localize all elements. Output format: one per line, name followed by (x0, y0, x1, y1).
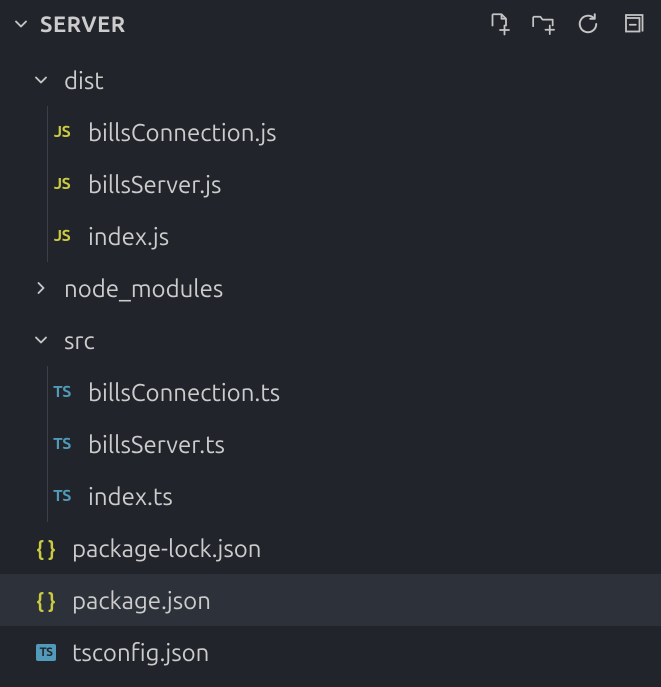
js-icon: JS (44, 123, 80, 141)
project-title: SERVER (40, 12, 126, 37)
folder-label: src (64, 327, 95, 354)
json-icon: { } (28, 537, 64, 560)
ts-icon: TS (44, 487, 80, 505)
file-bills-server-js[interactable]: JS billsServer.js (0, 158, 661, 210)
folder-label: dist (64, 67, 104, 94)
chevron-down-icon (8, 11, 34, 37)
file-label: package.json (72, 587, 211, 614)
file-label: billsServer.ts (88, 431, 225, 458)
file-label: package-lock.json (72, 535, 261, 562)
file-package-lock-json[interactable]: { } package-lock.json (0, 522, 661, 574)
file-index-js[interactable]: JS index.js (0, 210, 661, 262)
indent-guide (47, 158, 48, 210)
folder-label: node_modules (64, 275, 223, 302)
new-file-button[interactable] (487, 11, 513, 37)
indent-guide (47, 470, 48, 522)
folder-src[interactable]: src (0, 314, 661, 366)
file-package-json[interactable]: { } package.json (0, 574, 661, 626)
chevron-down-icon (28, 327, 54, 353)
collapse-all-button[interactable] (619, 11, 645, 37)
file-label: tsconfig.json (72, 639, 209, 666)
chevron-down-icon (28, 67, 54, 93)
header-left[interactable]: SERVER (8, 11, 126, 37)
file-index-ts[interactable]: TS index.ts (0, 470, 661, 522)
file-label: billsServer.js (88, 171, 221, 198)
json-icon: { } (28, 589, 64, 612)
file-label: index.ts (88, 483, 173, 510)
header-actions (487, 11, 651, 37)
indent-guide (47, 106, 48, 158)
folder-dist[interactable]: dist (0, 54, 661, 106)
ts-icon: TS (44, 435, 80, 453)
file-tree: dist JS billsConnection.js JS billsServe… (0, 48, 661, 678)
file-label: index.js (88, 223, 169, 250)
indent-guide (47, 210, 48, 262)
js-icon: JS (44, 227, 80, 245)
indent-guide (47, 366, 48, 418)
file-label: billsConnection.js (88, 119, 277, 146)
chevron-right-icon (28, 275, 54, 301)
js-icon: JS (44, 175, 80, 193)
file-bills-connection-ts[interactable]: TS billsConnection.ts (0, 366, 661, 418)
refresh-button[interactable] (575, 11, 601, 37)
file-tsconfig-json[interactable]: TS tsconfig.json (0, 626, 661, 678)
file-bills-server-ts[interactable]: TS billsServer.ts (0, 418, 661, 470)
new-folder-button[interactable] (531, 11, 557, 37)
ts-icon: TS (44, 383, 80, 401)
folder-node-modules[interactable]: node_modules (0, 262, 661, 314)
file-bills-connection-js[interactable]: JS billsConnection.js (0, 106, 661, 158)
indent-guide (47, 418, 48, 470)
explorer-header: SERVER (0, 0, 661, 48)
file-label: billsConnection.ts (88, 379, 280, 406)
tsconfig-icon: TS (28, 644, 64, 661)
